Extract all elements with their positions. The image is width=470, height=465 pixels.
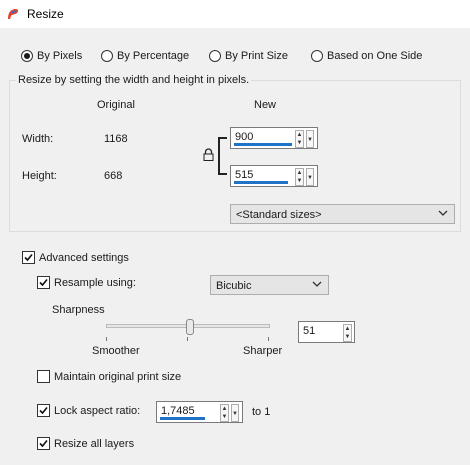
chevron-down-icon	[438, 210, 448, 216]
sharpness-value-input[interactable]: 51 ▲ ▼	[298, 321, 355, 343]
new-width-value: 900	[235, 131, 254, 143]
width-label: Width:	[22, 133, 54, 145]
radio-indicator[interactable]	[209, 50, 221, 62]
chevron-down-icon	[312, 281, 322, 287]
window-title: Resize	[27, 7, 64, 21]
aspect-dropdown-arrow[interactable]: ▼	[231, 404, 239, 422]
lock-aspect-ratio-checkbox[interactable]: Lock aspect ratio:	[37, 404, 140, 417]
resize-all-layers-checkbox[interactable]: Resize all layers	[37, 437, 134, 450]
width-dropdown-arrow[interactable]: ▼	[306, 130, 314, 148]
aspect-ratio-input[interactable]: 1,7485 ▲ ▼ ▼	[156, 401, 243, 423]
checkbox-label: Advanced settings	[39, 251, 129, 264]
checkbox-box[interactable]	[37, 276, 50, 289]
checkbox-label: Resize all layers	[54, 437, 135, 450]
radio-by-percentage[interactable]: By Percentage	[101, 48, 189, 64]
radio-by-print-size[interactable]: By Print Size	[209, 48, 288, 64]
resample-method-value: Bicubic	[216, 280, 252, 292]
new-height-value: 515	[235, 169, 254, 181]
checkmark-icon	[24, 253, 33, 262]
radio-based-on-one-side[interactable]: Based on One Side	[311, 48, 422, 64]
slider-tick	[268, 337, 269, 341]
slider-min-label: Smoother	[92, 345, 140, 357]
resample-checkbox[interactable]: Resample using:	[37, 276, 136, 289]
checkbox-box[interactable]	[37, 437, 50, 450]
radio-label: By Percentage	[117, 50, 190, 62]
aspect-ratio-suffix: to 1	[252, 406, 271, 418]
sharpness-label: Sharpness	[52, 304, 105, 316]
title-bar[interactable]	[0, 0, 470, 28]
group-caption: Resize by setting the width and height i…	[16, 74, 252, 86]
slider-tick	[187, 337, 188, 341]
checkbox-box[interactable]	[22, 251, 35, 264]
sharpness-slider-thumb[interactable]	[185, 319, 194, 335]
width-spin-arrows[interactable]: ▲ ▼	[295, 130, 304, 148]
lock-icon[interactable]	[203, 148, 214, 161]
new-height-input[interactable]: 515 ▲ ▼ ▼	[230, 165, 318, 187]
radio-indicator[interactable]	[311, 50, 323, 62]
checkbox-label: Maintain original print size	[54, 370, 182, 383]
sharpness-spin-arrows[interactable]: ▲ ▼	[343, 324, 352, 342]
height-spin-arrows[interactable]: ▲ ▼	[295, 168, 304, 186]
checkbox-label: Resample using:	[54, 276, 136, 289]
checkbox-box[interactable]	[37, 370, 50, 383]
original-height-value: 668	[104, 170, 123, 182]
aspect-ratio-value: 1,7485	[161, 405, 195, 417]
original-header: Original	[97, 99, 135, 111]
standard-sizes-value: <Standard sizes>	[236, 209, 322, 221]
radio-by-pixels[interactable]: By Pixels	[21, 48, 82, 64]
height-label: Height:	[22, 170, 57, 182]
input-underline	[160, 417, 205, 420]
height-dropdown-arrow[interactable]: ▼	[306, 168, 314, 186]
standard-sizes-dropdown[interactable]: <Standard sizes>	[230, 204, 455, 224]
advanced-settings-checkbox[interactable]: Advanced settings	[22, 251, 129, 264]
resample-method-dropdown[interactable]: Bicubic	[210, 275, 329, 295]
slider-max-label: Sharper	[243, 345, 283, 357]
original-width-value: 1168	[104, 133, 128, 145]
radio-indicator[interactable]	[21, 50, 33, 62]
new-header: New	[254, 99, 277, 111]
checkmark-icon	[39, 278, 48, 287]
slider-tick	[106, 337, 107, 341]
input-underline	[234, 181, 288, 184]
checkbox-box[interactable]	[37, 404, 50, 417]
radio-label: By Print Size	[225, 50, 288, 62]
radio-label: Based on One Side	[327, 50, 423, 62]
app-logo-icon	[8, 9, 19, 19]
aspect-spin-arrows[interactable]: ▲ ▼	[220, 404, 229, 422]
checkmark-icon	[39, 439, 48, 448]
maintain-print-size-checkbox[interactable]: Maintain original print size	[37, 370, 181, 383]
checkmark-icon	[39, 406, 48, 415]
radio-label: By Pixels	[37, 50, 83, 62]
sharpness-value: 51	[303, 325, 316, 337]
checkbox-label: Lock aspect ratio:	[54, 404, 141, 417]
radio-indicator[interactable]	[101, 50, 113, 62]
new-width-input[interactable]: 900 ▲ ▼ ▼	[230, 127, 318, 149]
input-underline	[234, 143, 292, 146]
